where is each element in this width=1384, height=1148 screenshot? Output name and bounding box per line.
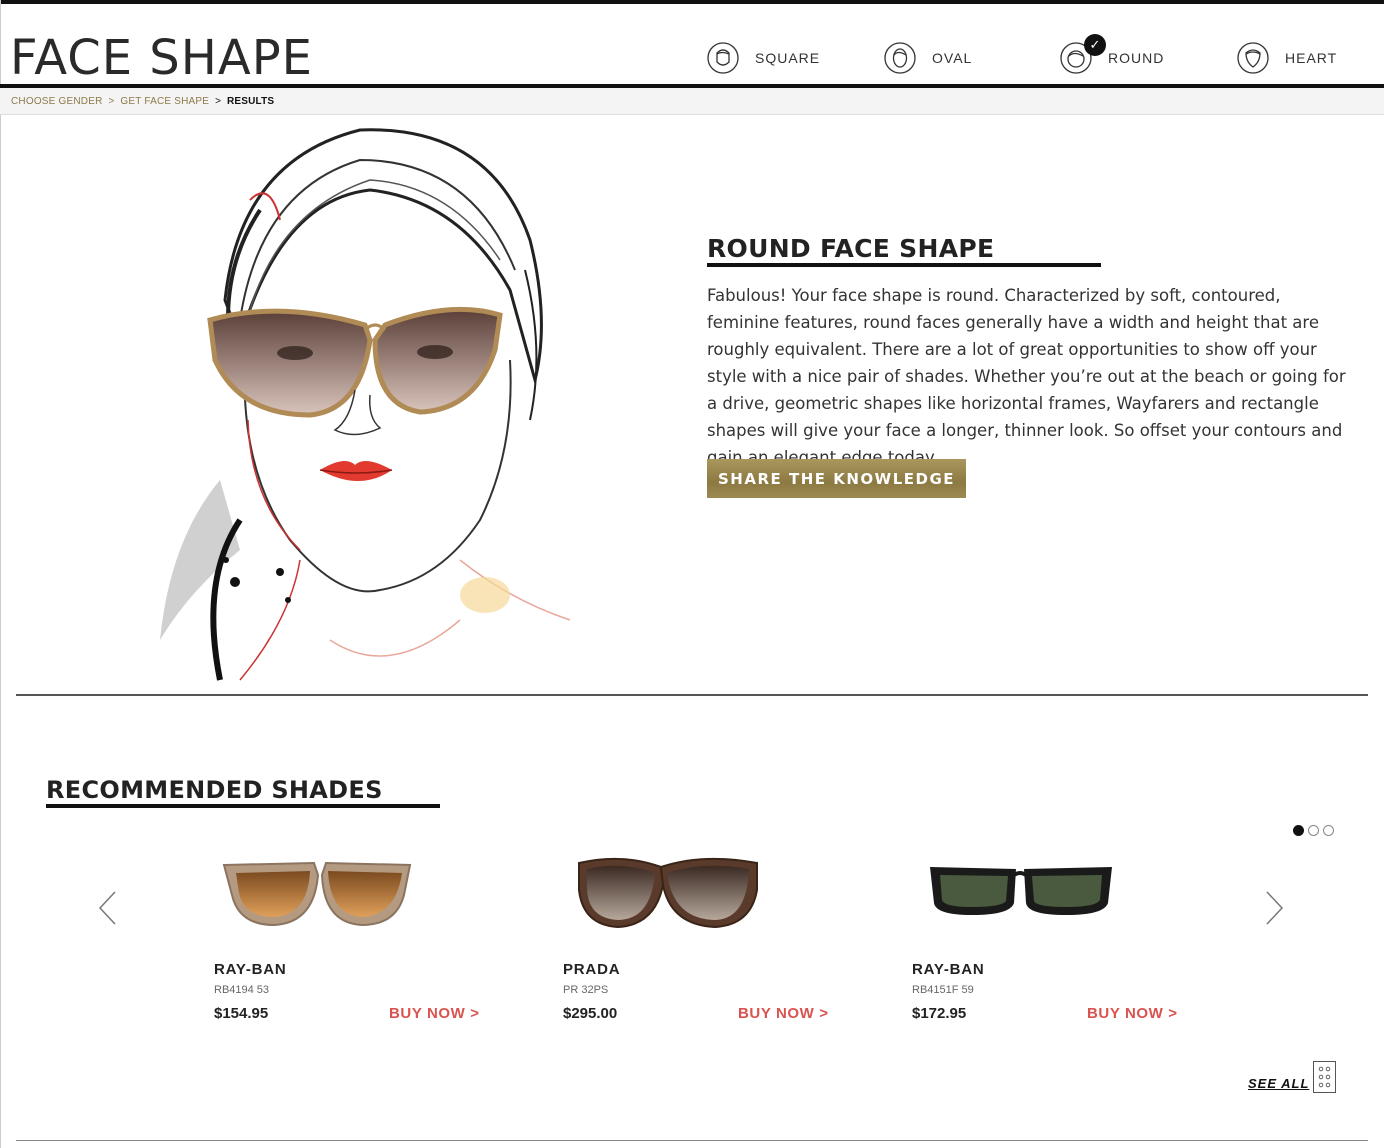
product-image[interactable] [912, 845, 1192, 945]
top-border [0, 0, 1384, 4]
product-model: PR 32PS [563, 984, 609, 996]
carousel-prev-button[interactable] [96, 890, 120, 926]
product-brand: RAY-BAN [912, 961, 985, 978]
breadcrumb: CHOOSE GENDER > GET FACE SHAPE > RESULTS [0, 88, 1384, 115]
carousel-next-button[interactable] [1262, 890, 1286, 926]
carousel-dot[interactable] [1293, 825, 1304, 836]
carousel-dot[interactable] [1323, 825, 1334, 836]
grid-view-icon[interactable] [1313, 1061, 1336, 1093]
product-card[interactable]: RAY-BAN RB4151F 59 $172.95 BUY NOW > [912, 845, 1192, 1025]
page-title: FACE SHAPE [10, 30, 313, 86]
shape-option-heart[interactable]: HEART [1237, 38, 1337, 78]
share-button[interactable]: SHARE THE KNOWLEDGE [707, 459, 966, 498]
chevron-left-icon [98, 891, 116, 925]
breadcrumb-separator: > [215, 95, 221, 107]
breadcrumb-results: RESULTS [226, 95, 275, 107]
product-brand: RAY-BAN [214, 961, 287, 978]
round-face-illustration [130, 120, 590, 695]
product-card[interactable]: RAY-BAN RB4194 53 $154.95 BUY NOW > [214, 845, 494, 1025]
face-shape-nav: SQUARE OVAL ✓ ROUND HEART [700, 34, 1384, 78]
recommended-heading-underline [46, 804, 440, 808]
product-card[interactable]: PRADA PR 32PS $295.00 BUY NOW > [563, 845, 843, 1025]
breadcrumb-get-face-shape[interactable]: GET FACE SHAPE [120, 96, 209, 107]
shape-option-square[interactable]: SQUARE [707, 38, 820, 78]
product-model: RB4151F 59 [912, 984, 974, 996]
recommended-heading: RECOMMENDED SHADES [46, 776, 383, 804]
shape-option-round[interactable]: ✓ ROUND [1060, 34, 1165, 78]
selected-check-icon: ✓ [1084, 34, 1106, 56]
breadcrumb-separator: > [108, 95, 115, 107]
product-image[interactable] [214, 845, 494, 945]
product-model: RB4194 53 [214, 984, 270, 996]
shape-label-heart: HEART [1285, 50, 1338, 66]
carousel-dot[interactable] [1308, 825, 1319, 836]
see-all-link[interactable]: SEE ALL [1248, 1076, 1309, 1091]
bottom-divider [16, 1140, 1368, 1141]
shape-label-square: SQUARE [755, 50, 821, 66]
result-description: Fabulous! Your face shape is round. Char… [707, 286, 1346, 467]
product-price: $295.00 [563, 1005, 618, 1022]
carousel-pagination [1293, 825, 1334, 836]
shape-label-oval: OVAL [932, 50, 973, 66]
heart-face-icon [1237, 42, 1269, 74]
shape-label-round: ROUND [1108, 50, 1165, 66]
product-price: $172.95 [912, 1005, 967, 1022]
square-face-icon [707, 42, 739, 74]
product-image[interactable] [563, 845, 843, 945]
breadcrumb-choose-gender[interactable]: CHOOSE GENDER [11, 96, 103, 107]
round-face-icon: ✓ [1060, 34, 1106, 74]
frame-edge [0, 0, 1, 1148]
buy-now-link[interactable]: BUY NOW > [738, 1005, 829, 1022]
buy-now-link[interactable]: BUY NOW > [389, 1005, 480, 1022]
section-divider [16, 694, 1368, 696]
oval-face-icon [884, 42, 916, 74]
shape-option-oval[interactable]: OVAL [884, 38, 972, 78]
result-heading-underline [707, 263, 1101, 267]
buy-now-link[interactable]: BUY NOW > [1087, 1005, 1178, 1022]
product-price: $154.95 [214, 1005, 269, 1022]
result-heading: ROUND FACE SHAPE [707, 234, 995, 263]
product-brand: PRADA [563, 961, 621, 978]
chevron-right-icon [1266, 891, 1284, 925]
